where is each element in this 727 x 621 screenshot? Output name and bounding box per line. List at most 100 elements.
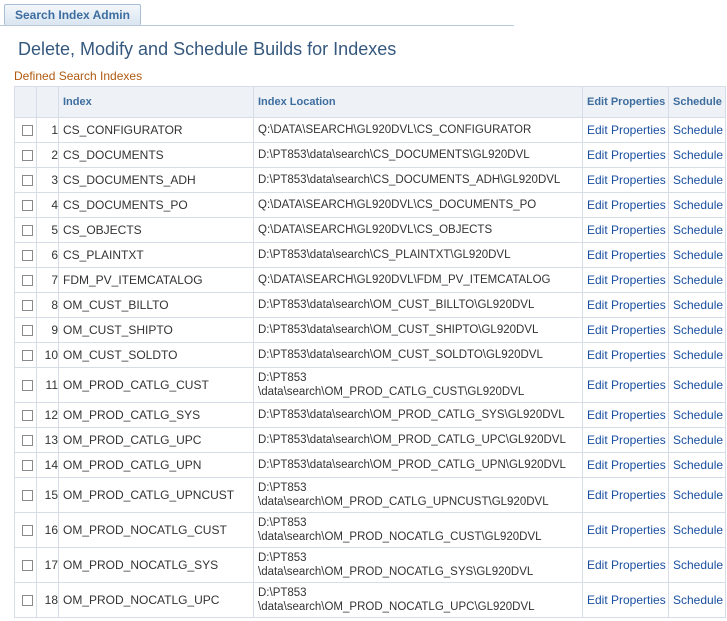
row-number: 13 bbox=[36, 427, 59, 453]
schedule-link[interactable]: Schedule bbox=[673, 248, 723, 262]
index-location-line: Q:\DATA\SEARCH\GL920DVL\CS_DOCUMENTS_PO bbox=[258, 199, 537, 211]
row-number: 14 bbox=[36, 452, 59, 478]
edit-properties-link[interactable]: Edit Properties bbox=[587, 148, 666, 162]
row-select-checkbox[interactable] bbox=[22, 175, 33, 187]
row-select-checkbox[interactable] bbox=[22, 460, 33, 472]
edit-properties-link[interactable]: Edit Properties bbox=[587, 523, 666, 537]
index-column-header[interactable]: Index bbox=[58, 86, 254, 118]
row-number: 12 bbox=[36, 402, 59, 428]
schedule-link[interactable]: Schedule bbox=[673, 323, 723, 337]
row-select-cell bbox=[14, 477, 37, 513]
schedule-cell: Schedule bbox=[668, 192, 726, 218]
index-location-line: D:\PT853 bbox=[258, 482, 307, 494]
table-row: 11 OM_PROD_CATLG_CUST D:\PT853 \data\search… bbox=[14, 367, 726, 403]
schedule-link[interactable]: Schedule bbox=[673, 433, 723, 447]
edit-properties-link[interactable]: Edit Properties bbox=[587, 488, 666, 502]
tab-search-index-admin[interactable]: Search Index Admin bbox=[4, 4, 141, 25]
edit-properties-link[interactable]: Edit Properties bbox=[587, 198, 666, 212]
edit-properties-cell: Edit Properties bbox=[582, 427, 669, 453]
schedule-link[interactable]: Schedule bbox=[673, 408, 723, 422]
edit-properties-link[interactable]: Edit Properties bbox=[587, 173, 666, 187]
index-location: Q:\DATA\SEARCH\GL920DVL\FDM_PV_ITEMCATAL… bbox=[253, 267, 583, 293]
row-select-cell bbox=[14, 512, 37, 548]
row-select-cell bbox=[14, 342, 37, 368]
row-select-cell bbox=[14, 142, 37, 168]
index-location: D:\PT853 \data\search\OM_PROD_CATLG_UPNCU… bbox=[253, 477, 583, 513]
index-name: OM_PROD_CATLG_UPC bbox=[58, 427, 254, 453]
index-location-line: D:\PT853 bbox=[258, 587, 307, 599]
edit-properties-link[interactable]: Edit Properties bbox=[587, 348, 666, 362]
row-select-checkbox[interactable] bbox=[22, 275, 33, 287]
row-select-checkbox[interactable] bbox=[22, 525, 33, 537]
edit-properties-cell: Edit Properties bbox=[582, 402, 669, 428]
schedule-link[interactable]: Schedule bbox=[673, 458, 723, 472]
table-row: 9 OM_CUST_SHIPTO D:\PT853\data\search\OM_C… bbox=[14, 317, 726, 343]
schedule-link[interactable]: Schedule bbox=[673, 148, 723, 162]
edit-properties-link[interactable]: Edit Properties bbox=[587, 223, 666, 237]
schedule-link[interactable]: Schedule bbox=[673, 198, 723, 212]
schedule-link[interactable]: Schedule bbox=[673, 488, 723, 502]
row-select-checkbox[interactable] bbox=[22, 560, 33, 572]
schedule-link[interactable]: Schedule bbox=[673, 378, 723, 392]
edit-properties-link[interactable]: Edit Properties bbox=[587, 123, 666, 137]
schedule-link[interactable]: Schedule bbox=[673, 348, 723, 362]
edit-properties-link[interactable]: Edit Properties bbox=[587, 458, 666, 472]
row-select-checkbox[interactable] bbox=[22, 225, 33, 237]
schedule-link[interactable]: Schedule bbox=[673, 223, 723, 237]
row-select-checkbox[interactable] bbox=[22, 410, 33, 422]
index-location: D:\PT853\data\search\OM_CUST_BILLTO\GL92… bbox=[253, 292, 583, 318]
row-select-checkbox[interactable] bbox=[22, 350, 33, 362]
row-select-checkbox[interactable] bbox=[22, 300, 33, 312]
row-select-checkbox[interactable] bbox=[22, 595, 33, 607]
schedule-cell: Schedule bbox=[668, 367, 726, 403]
schedule-link[interactable]: Schedule bbox=[673, 558, 723, 572]
schedule-link[interactable]: Schedule bbox=[673, 273, 723, 287]
grid-header-row: Index Index Location Edit Properties Sch… bbox=[14, 86, 726, 118]
row-select-checkbox[interactable] bbox=[22, 200, 33, 212]
edit-properties-cell: Edit Properties bbox=[582, 582, 669, 618]
edit-properties-link[interactable]: Edit Properties bbox=[587, 298, 666, 312]
edit-properties-header-label: Edit Properties bbox=[587, 95, 666, 108]
grid-body: 1 CS_CONFIGURATOR Q:\DATA\SEARCH\GL920DVL\… bbox=[14, 117, 726, 618]
index-location: D:\PT853\data\search\CS_DOCUMENTS_ADH\GL… bbox=[253, 167, 583, 193]
row-select-cell bbox=[14, 547, 37, 583]
index-location-line: Q:\DATA\SEARCH\GL920DVL\CS_CONFIGURATOR bbox=[258, 124, 532, 136]
edit-properties-link[interactable]: Edit Properties bbox=[587, 273, 666, 287]
schedule-link[interactable]: Schedule bbox=[673, 173, 723, 187]
row-number: 18 bbox=[36, 582, 59, 618]
row-select-checkbox[interactable] bbox=[22, 250, 33, 262]
row-number: 17 bbox=[36, 547, 59, 583]
row-select-checkbox[interactable] bbox=[22, 150, 33, 162]
schedule-cell: Schedule bbox=[668, 317, 726, 343]
row-select-checkbox[interactable] bbox=[22, 490, 33, 502]
index-name: OM_PROD_NOCATLG_SYS bbox=[58, 547, 254, 583]
edit-properties-cell: Edit Properties bbox=[582, 267, 669, 293]
row-select-checkbox[interactable] bbox=[22, 325, 33, 337]
row-select-checkbox[interactable] bbox=[22, 380, 33, 392]
edit-properties-link[interactable]: Edit Properties bbox=[587, 433, 666, 447]
index-location: Q:\DATA\SEARCH\GL920DVL\CS_CONFIGURATOR bbox=[253, 117, 583, 143]
row-select-checkbox[interactable] bbox=[22, 435, 33, 447]
row-select-cell bbox=[14, 192, 37, 218]
edit-properties-link[interactable]: Edit Properties bbox=[587, 408, 666, 422]
index-location-line: D:\PT853\data\search\CS_DOCUMENTS\GL920D… bbox=[258, 149, 530, 161]
table-row: 3 CS_DOCUMENTS_ADH D:\PT853\data\search\CS… bbox=[14, 167, 726, 193]
schedule-cell: Schedule bbox=[668, 452, 726, 478]
schedule-link[interactable]: Schedule bbox=[673, 523, 723, 537]
schedule-link[interactable]: Schedule bbox=[673, 593, 723, 607]
table-row: 13 OM_PROD_CATLG_UPC D:\PT853\data\search\… bbox=[14, 427, 726, 453]
edit-properties-link[interactable]: Edit Properties bbox=[587, 558, 666, 572]
edit-properties-link[interactable]: Edit Properties bbox=[587, 378, 666, 392]
edit-properties-link[interactable]: Edit Properties bbox=[587, 248, 666, 262]
schedule-link[interactable]: Schedule bbox=[673, 298, 723, 312]
row-select-cell bbox=[14, 452, 37, 478]
row-select-checkbox[interactable] bbox=[22, 125, 33, 137]
schedule-link[interactable]: Schedule bbox=[673, 123, 723, 137]
location-column-header[interactable]: Index Location bbox=[253, 86, 583, 118]
tab-bar: Search Index Admin bbox=[0, 0, 514, 26]
edit-properties-cell: Edit Properties bbox=[582, 342, 669, 368]
edit-properties-link[interactable]: Edit Properties bbox=[587, 593, 666, 607]
index-name: OM_PROD_CATLG_UPNCUST bbox=[58, 477, 254, 513]
edit-properties-link[interactable]: Edit Properties bbox=[587, 323, 666, 337]
index-location: D:\PT853\data\search\OM_PROD_CATLG_UPC\G… bbox=[253, 427, 583, 453]
